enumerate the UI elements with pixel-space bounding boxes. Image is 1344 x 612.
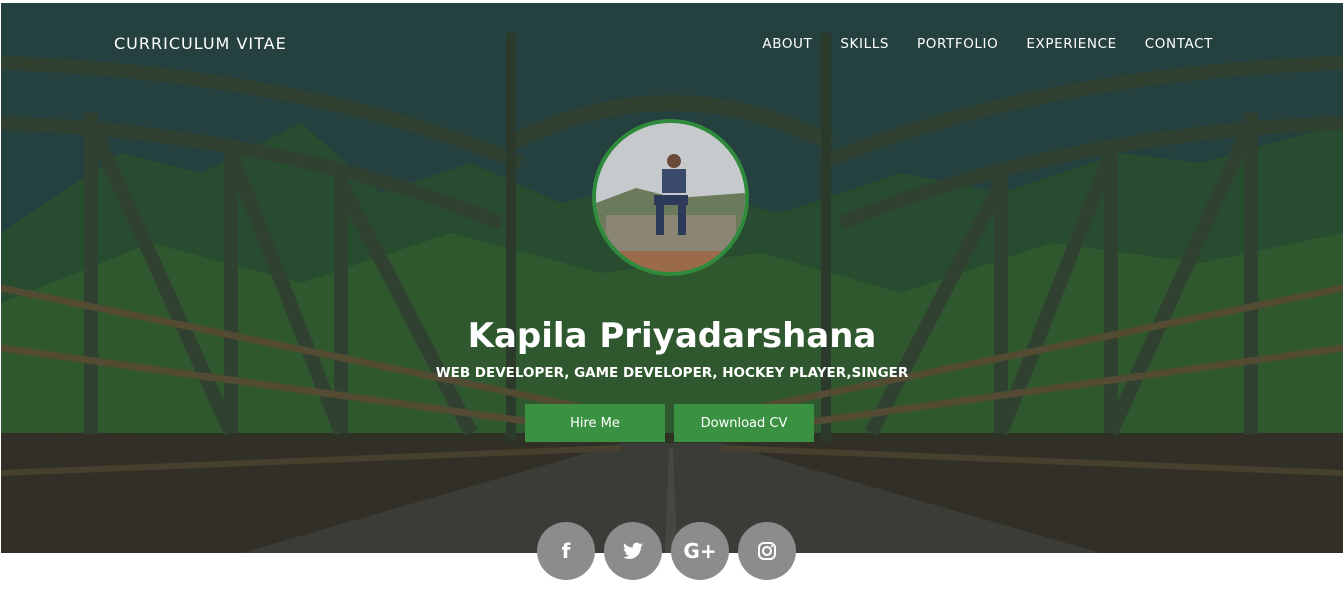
nav-link-portfolio[interactable]: PORTFOLIO (917, 36, 998, 52)
nav-link-contact[interactable]: CONTACT (1145, 36, 1213, 52)
google-plus-button[interactable]: G+ (671, 522, 729, 580)
brand-logo-link[interactable]: CURRICULUM VITAE (114, 34, 287, 53)
facebook-icon: f (561, 539, 571, 563)
hero-section: CURRICULUM VITAE ABOUT SKILLS PORTFOLIO … (1, 3, 1343, 553)
profile-tagline: WEB DEVELOPER, GAME DEVELOPER, HOCKEY PL… (435, 365, 909, 381)
instagram-icon (758, 542, 776, 560)
download-cv-button[interactable]: Download CV (674, 404, 814, 442)
hire-me-button[interactable]: Hire Me (525, 404, 665, 442)
twitter-icon (623, 542, 643, 559)
hero-overlay (1, 3, 1343, 553)
profile-name: Kapila Priyadarshana (467, 316, 877, 356)
twitter-button[interactable] (604, 522, 662, 580)
nav-menu: ABOUT SKILLS PORTFOLIO EXPERIENCE CONTAC… (762, 36, 1213, 52)
nav-link-about[interactable]: ABOUT (762, 36, 812, 52)
profile-photo (596, 123, 745, 272)
facebook-button[interactable]: f (537, 522, 595, 580)
nav-link-skills[interactable]: SKILLS (840, 36, 889, 52)
google-plus-icon: G+ (683, 539, 717, 563)
instagram-button[interactable] (738, 522, 796, 580)
top-navbar: CURRICULUM VITAE ABOUT SKILLS PORTFOLIO … (1, 3, 1343, 85)
profile-avatar (592, 119, 749, 276)
nav-link-experience[interactable]: EXPERIENCE (1026, 36, 1116, 52)
